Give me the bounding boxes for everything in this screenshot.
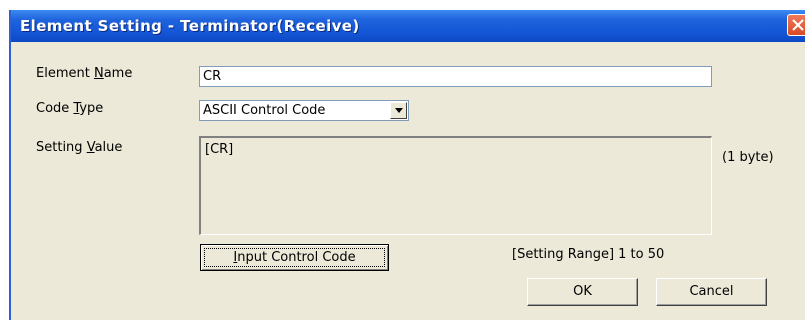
byte-count: (1 byte) bbox=[722, 150, 774, 165]
element-name-input[interactable]: CR bbox=[199, 66, 712, 87]
title-bar[interactable]: Element Setting - Terminator(Receive) bbox=[11, 10, 805, 42]
code-type-value: ASCII Control Code bbox=[203, 103, 326, 118]
close-button[interactable] bbox=[787, 14, 805, 36]
code-type-select[interactable]: ASCII Control Code bbox=[199, 100, 409, 121]
ok-button[interactable]: OK bbox=[527, 278, 638, 306]
setting-value-label: Setting Value bbox=[36, 140, 123, 155]
setting-value-display: [CR] bbox=[199, 136, 712, 235]
close-icon bbox=[792, 19, 804, 31]
input-control-code-label: Input Control Code bbox=[233, 250, 356, 265]
window-title: Element Setting - Terminator(Receive) bbox=[20, 17, 360, 35]
input-control-code-button[interactable]: Input Control Code bbox=[200, 244, 389, 271]
element-name-label: Element Name bbox=[36, 66, 133, 81]
element-setting-dialog: Element Setting - Terminator(Receive) El… bbox=[9, 10, 805, 320]
cancel-button[interactable]: Cancel bbox=[656, 278, 767, 306]
code-type-label: Code Type bbox=[36, 101, 104, 116]
dropdown-arrow-icon[interactable] bbox=[390, 102, 407, 119]
setting-range-text: [Setting Range] 1 to 50 bbox=[512, 247, 665, 262]
